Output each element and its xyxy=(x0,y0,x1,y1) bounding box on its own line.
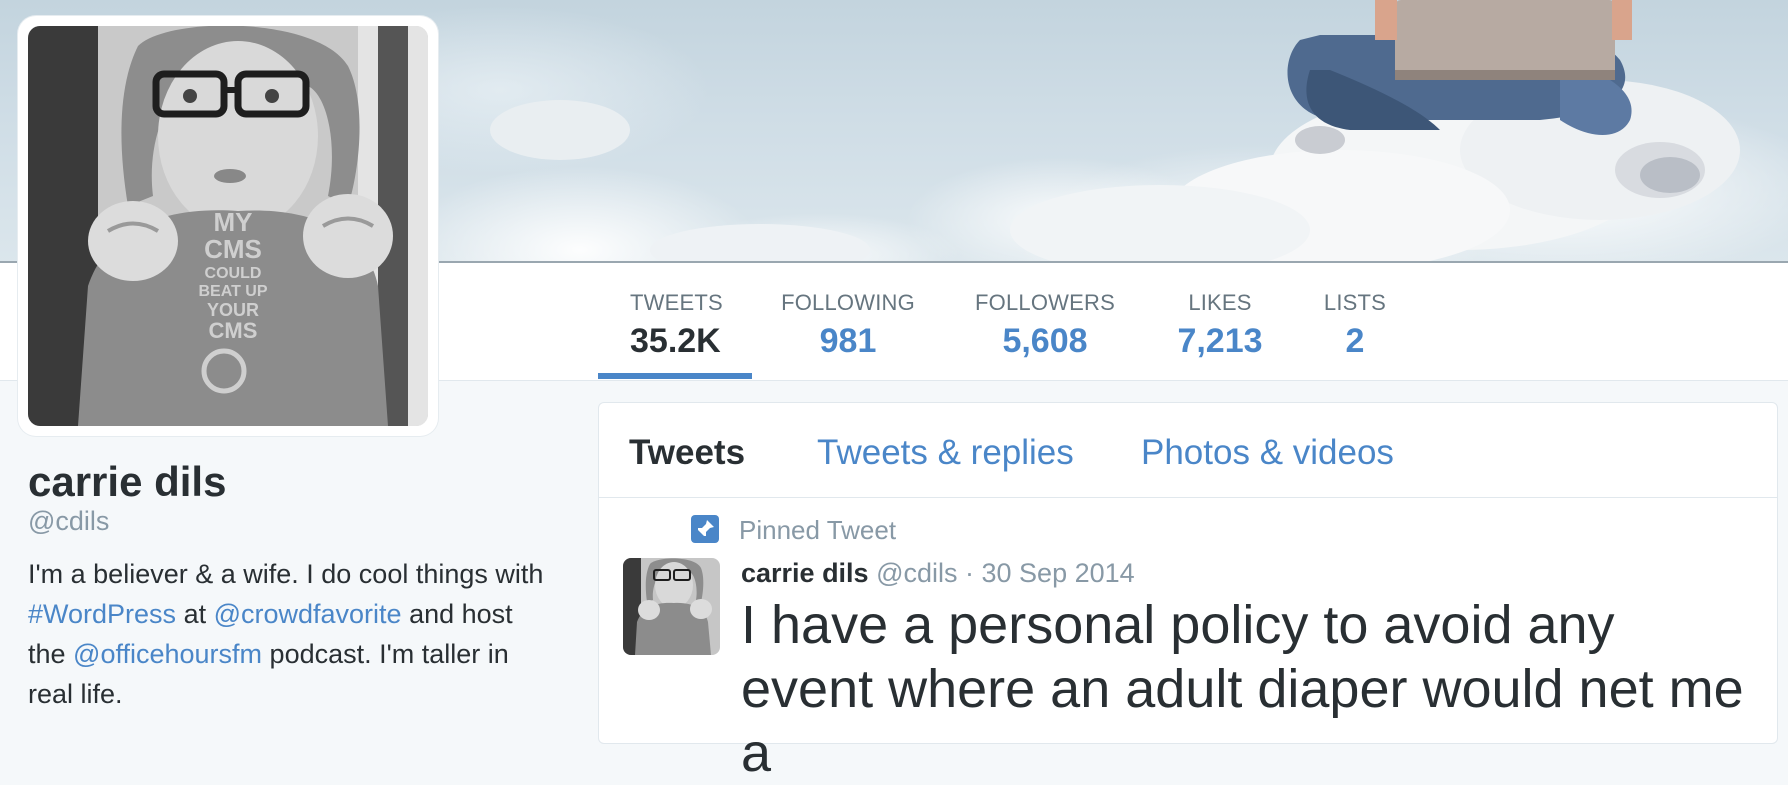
stat-tweets[interactable]: TWEETS 35.2K xyxy=(630,290,723,361)
shirt-text: CMS xyxy=(209,318,258,343)
tweet-separator: · xyxy=(957,558,982,588)
stat-value: 7,213 xyxy=(1177,322,1263,360)
stat-value: 35.2K xyxy=(630,322,721,360)
mention-link[interactable]: @officehoursfm xyxy=(73,639,262,669)
avatar-photo: MY CMS COULD BEAT UP YOUR CMS xyxy=(28,26,428,426)
tweet-date[interactable]: 30 Sep 2014 xyxy=(982,558,1135,588)
tweet-author-name[interactable]: carrie dils xyxy=(741,558,869,588)
tab-photos-and-videos[interactable]: Photos & videos xyxy=(1141,433,1394,473)
stat-label: TWEETS xyxy=(630,290,723,315)
stat-value: 981 xyxy=(819,322,877,360)
shirt-text: YOUR xyxy=(207,300,259,320)
hashtag-link[interactable]: #WordPress xyxy=(28,599,176,629)
pin-icon xyxy=(691,515,719,543)
stat-label: FOLLOWERS xyxy=(975,290,1115,315)
shirt-text: BEAT UP xyxy=(198,283,267,300)
tweet-avatar[interactable] xyxy=(623,558,720,655)
tweet-text: I have a personal policy to avoid any ev… xyxy=(741,595,1744,783)
stat-label: FOLLOWING xyxy=(781,290,915,315)
stat-value: 2 xyxy=(1345,322,1365,360)
bio-text: I'm a believer & a wife. I do cool thing… xyxy=(28,559,544,589)
timeline-panel: Tweets Tweets & replies Photos & videos … xyxy=(598,402,1778,783)
profile-bio: I'm a believer & a wife. I do cool thing… xyxy=(28,554,548,714)
profile-name[interactable]: carrie dils xyxy=(28,458,226,506)
tweet-header: carrie dils @cdils · 30 Sep 2014 xyxy=(741,558,1135,589)
shirt-text: CMS xyxy=(204,234,262,264)
active-stat-indicator xyxy=(598,373,752,379)
tab-tweets-and-replies[interactable]: Tweets & replies xyxy=(817,433,1074,473)
profile-handle[interactable]: @cdils xyxy=(28,506,109,537)
tweet-author-handle[interactable]: @cdils xyxy=(876,558,957,588)
tab-tweets[interactable]: Tweets xyxy=(629,433,745,473)
pinned-tweet-label: Pinned Tweet xyxy=(739,515,897,545)
stat-lists[interactable]: LISTS 2 xyxy=(1318,290,1392,361)
shirt-text: MY xyxy=(214,207,253,237)
stat-following[interactable]: FOLLOWING 981 xyxy=(780,290,916,361)
stat-value: 5,608 xyxy=(1002,322,1088,360)
shirt-text: COULD xyxy=(205,265,262,282)
mention-link[interactable]: @crowdfavorite xyxy=(214,599,402,629)
bio-text: at xyxy=(176,599,214,629)
stat-likes[interactable]: LIKES 7,213 xyxy=(1170,290,1270,361)
stat-label: LISTS xyxy=(1323,290,1387,315)
stat-followers[interactable]: FOLLOWERS 5,608 xyxy=(972,290,1118,361)
timeline-tabs: Tweets Tweets & replies Photos & videos xyxy=(599,403,1777,498)
profile-avatar[interactable]: MY CMS COULD BEAT UP YOUR CMS xyxy=(18,16,438,436)
stat-label: LIKES xyxy=(1188,290,1252,315)
